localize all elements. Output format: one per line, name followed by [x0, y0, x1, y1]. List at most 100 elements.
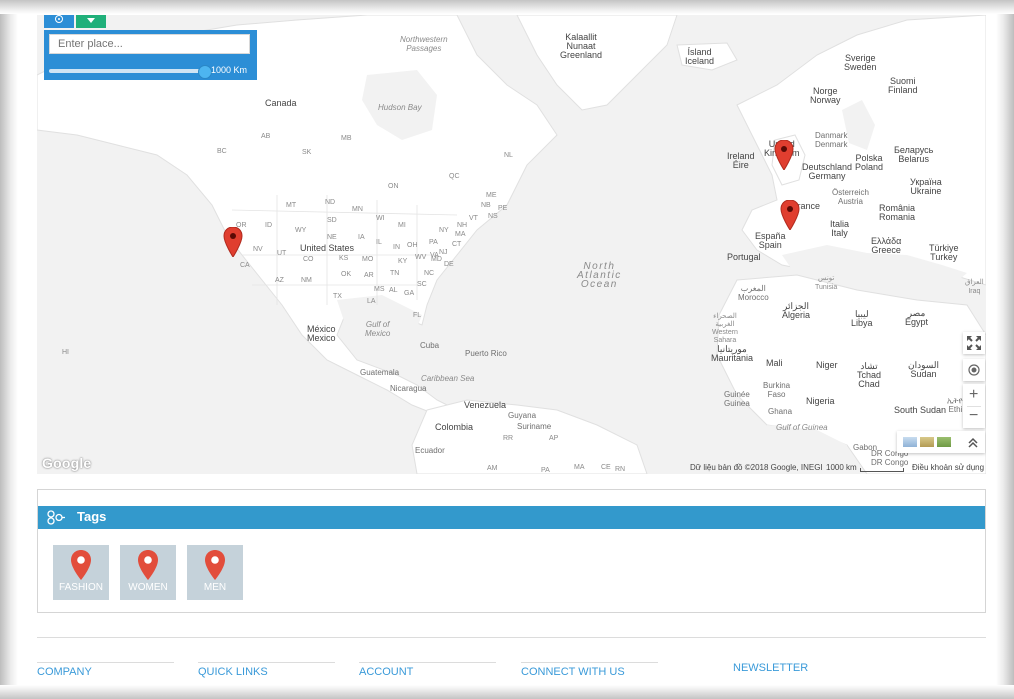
tags-panel: Tags FASHION WOMEN MEN: [37, 489, 986, 613]
label-egypt: مصر Egypt: [905, 308, 929, 327]
locate-icon: [968, 364, 980, 376]
label-nv: NV: [253, 246, 263, 253]
google-logo[interactable]: Google: [42, 455, 91, 471]
label-ca: CA: [240, 262, 250, 269]
label-id: ID: [265, 222, 272, 229]
window-shadow-left: [0, 0, 18, 699]
chevron-up-icon[interactable]: [967, 436, 979, 448]
label-fl: FL: [413, 312, 422, 319]
fullscreen-button[interactable]: [963, 332, 985, 354]
label-ok: OK: [341, 271, 352, 278]
label-ut: UT: [277, 250, 287, 257]
tag-men[interactable]: MEN: [187, 545, 243, 600]
zoom-out-button[interactable]: −: [969, 408, 978, 424]
label-ce: CE: [601, 464, 611, 471]
zoom-in-button[interactable]: +: [969, 387, 978, 403]
map-tool-button-dropdown[interactable]: [76, 15, 106, 28]
map-landmass: [37, 15, 986, 474]
caret-down-icon: [87, 18, 95, 23]
label-hudson-bay: Hudson Bay: [378, 103, 422, 112]
label-hi: HI: [62, 349, 69, 356]
map-marker-pin[interactable]: [780, 200, 800, 230]
map-pin-icon: [71, 550, 91, 580]
label-ct: CT: [452, 241, 462, 248]
footer-heading-company: COMPANY: [37, 666, 92, 678]
label-ma-brazil: MA: [574, 464, 585, 471]
label-mexico: México Mexico: [307, 324, 336, 343]
map-tool-button-locate[interactable]: [44, 15, 74, 28]
label-rr: RR: [503, 435, 514, 442]
tag-label: WOMEN: [128, 582, 168, 593]
tag-label: FASHION: [59, 582, 103, 593]
label-northwestern-passages: Northwestern Passages: [400, 35, 448, 53]
label-ma: MA: [455, 231, 466, 238]
label-suriname: Suriname: [517, 422, 552, 431]
map-type-thumb-satellite[interactable]: [937, 437, 951, 447]
label-pe: PE: [498, 205, 508, 212]
footer-col-rule: [37, 662, 174, 663]
label-western-sahara: الصحراء الغربية Western Sahara: [712, 313, 738, 344]
map-type-thumb-terrain[interactable]: [920, 437, 934, 447]
locate-button[interactable]: [963, 359, 985, 381]
label-wv: WV: [415, 254, 427, 261]
map-type-selector[interactable]: [897, 431, 985, 453]
window-shadow-right: [996, 0, 1014, 699]
label-mauritania: موريتانيا Mauritania: [711, 344, 754, 363]
tag-women[interactable]: WOMEN: [120, 545, 176, 600]
label-ia: IA: [358, 234, 365, 241]
label-qc: QC: [449, 173, 460, 180]
label-la: LA: [367, 298, 376, 305]
label-on: ON: [388, 183, 399, 190]
radius-slider-track[interactable]: [49, 69, 204, 73]
window-shadow-bottom: [0, 685, 1014, 699]
label-az: AZ: [275, 277, 284, 284]
label-ukraine: Україна Ukraine: [910, 177, 942, 196]
label-caribbean-sea: Caribbean Sea: [421, 374, 475, 383]
footer-divider: [37, 637, 986, 638]
map-attribution: Dữ liệu bản đồ ©2018 Google, INEGI: [690, 463, 823, 472]
map-pin-icon: [138, 550, 158, 580]
label-am: AM: [487, 465, 498, 472]
label-nb: NB: [481, 202, 491, 209]
map-marker-pin[interactable]: [223, 227, 243, 257]
label-mt: MT: [286, 202, 297, 209]
label-norway: Norge Norway: [810, 86, 841, 105]
label-sk: SK: [302, 149, 312, 156]
label-algeria: الجزائر Algeria: [782, 301, 811, 320]
label-gulf-of-mexico: Gulf of Mexico: [365, 320, 391, 338]
map-scale-label[interactable]: 1000 km: [826, 463, 857, 472]
label-mi: MI: [398, 222, 406, 229]
map-type-thumb-roadmap[interactable]: [903, 437, 917, 447]
map-terms-link[interactable]: Điều khoản sử dụng: [912, 463, 984, 472]
label-romania: România Romania: [879, 203, 916, 222]
tags-title: Tags: [77, 509, 107, 524]
label-belarus: Беларусь Belarus: [894, 145, 934, 164]
label-nigeria: Nigeria: [806, 396, 835, 406]
label-ga: GA: [404, 290, 415, 297]
label-puerto-rico: Puerto Rico: [465, 349, 507, 358]
place-search-input[interactable]: [49, 34, 250, 54]
label-ireland: Ireland Éire: [727, 151, 755, 170]
label-ny: NY: [439, 227, 449, 234]
target-icon: [55, 15, 63, 23]
label-venezuela: Venezuela: [464, 400, 507, 410]
label-wi: WI: [376, 215, 385, 222]
footer-col-rule: [359, 662, 496, 663]
world-map[interactable]: Northwestern Passages Kalaallit Nunaat G…: [37, 15, 986, 474]
label-turkey: Türkiye Turkey: [929, 243, 959, 262]
tag-fashion[interactable]: FASHION: [53, 545, 109, 600]
tags-icon: [47, 510, 65, 525]
label-al: AL: [389, 287, 398, 294]
label-niger: Niger: [816, 360, 838, 370]
label-rn: RN: [615, 466, 626, 473]
label-tunisia: تونس Tunisia: [815, 275, 838, 291]
label-poland: Polska Poland: [855, 153, 884, 172]
label-germany: Deutschland Germany: [802, 162, 853, 181]
label-burkina-faso: Burkina Faso: [763, 381, 791, 399]
map-pin-icon: [205, 550, 225, 580]
label-sweden: Sverige Sweden: [844, 53, 877, 72]
radius-slider-handle[interactable]: [198, 65, 212, 79]
map-marker-pin[interactable]: [774, 140, 794, 170]
label-ne: NE: [327, 234, 337, 241]
label-nh: NH: [457, 222, 468, 229]
